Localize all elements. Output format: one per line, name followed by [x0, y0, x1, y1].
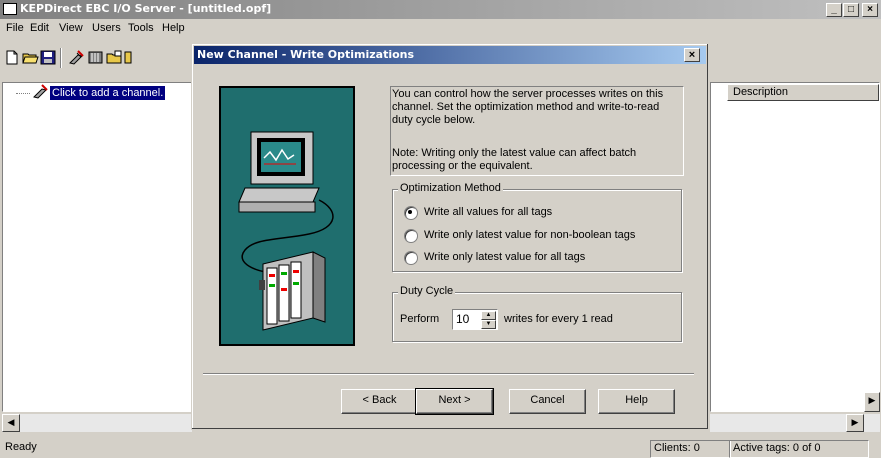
add-channel-item[interactable]: Click to add a channel.: [50, 86, 166, 100]
status-text: Ready: [5, 441, 37, 453]
new-device-icon[interactable]: [87, 50, 104, 65]
minimize-button[interactable]: _: [826, 3, 842, 17]
menu-bar: File Edit View Users Tools Help: [0, 19, 881, 38]
dialog-close-button[interactable]: ×: [684, 48, 700, 62]
duty-suffix-label: writes for every 1 read: [504, 313, 613, 325]
dialog-title: New Channel - Write Optimizations: [197, 48, 415, 61]
radio-write-latest-non-boolean[interactable]: [404, 229, 418, 243]
menu-tools[interactable]: Tools: [128, 22, 154, 34]
new-file-icon[interactable]: [4, 50, 21, 65]
tree-connector: [16, 93, 30, 94]
duty-prefix-label: Perform: [400, 313, 440, 325]
back-button[interactable]: < Back: [341, 389, 418, 414]
new-tag-group-icon[interactable]: [106, 50, 123, 65]
dialog-note: Note: Writing only the latest value can …: [392, 147, 637, 172]
list-horizontal-scrollbar[interactable]: ▶: [710, 414, 880, 432]
next-button[interactable]: Next >: [415, 388, 494, 415]
vertical-scroll-right-icon[interactable]: ▶: [864, 392, 880, 412]
help-button[interactable]: Help: [598, 389, 675, 414]
dialog-separator: [203, 373, 694, 375]
radio-label-write-latest-non-boolean[interactable]: Write only latest value for non-boolean …: [424, 229, 635, 241]
computer-plc-illustration: [219, 86, 355, 346]
spin-up-arrow-icon[interactable]: ▲: [481, 311, 496, 320]
menu-view[interactable]: View: [59, 22, 83, 34]
optimization-method-label: Optimization Method: [398, 182, 503, 194]
scroll-left-arrow-icon[interactable]: ◀: [2, 414, 20, 432]
maximize-button[interactable]: □: [843, 3, 859, 17]
dialog-title-bar[interactable]: New Channel - Write Optimizations: [194, 46, 706, 64]
radio-label-write-all-values[interactable]: Write all values for all tags: [424, 206, 552, 218]
menu-users[interactable]: Users: [92, 22, 121, 34]
radio-write-all-values[interactable]: [404, 206, 418, 220]
open-folder-icon[interactable]: [22, 50, 39, 65]
window-title: KEPDirect EBC I/O Server - [untitled.opf…: [20, 2, 272, 15]
new-tag-icon[interactable]: [124, 50, 132, 65]
main-title-bar[interactable]: KEPDirect EBC I/O Server - [untitled.opf…: [0, 0, 881, 19]
channel-tree[interactable]: [2, 82, 192, 412]
status-bar: Ready Clients: 0 Active tags: 0 of 0: [0, 438, 881, 458]
close-window-button[interactable]: ×: [862, 3, 878, 17]
channel-icon: [33, 84, 48, 99]
cancel-button[interactable]: Cancel: [509, 389, 586, 414]
status-clients: Clients: 0: [650, 440, 731, 458]
menu-edit[interactable]: Edit: [30, 22, 49, 34]
spin-down-arrow-icon[interactable]: ▼: [481, 320, 496, 329]
menu-file[interactable]: File: [6, 22, 24, 34]
app-icon[interactable]: [3, 3, 17, 15]
menu-help[interactable]: Help: [162, 22, 185, 34]
tag-list[interactable]: [710, 82, 880, 412]
scroll-right-arrow-icon[interactable]: ▶: [846, 414, 864, 432]
save-icon[interactable]: [40, 50, 57, 65]
radio-write-latest-all[interactable]: [404, 251, 418, 265]
radio-label-write-latest-all[interactable]: Write only latest value for all tags: [424, 251, 585, 263]
toolbar-separator: [60, 48, 62, 68]
column-header-description[interactable]: Description: [727, 84, 879, 101]
new-channel-icon[interactable]: [68, 50, 85, 65]
status-active-tags: Active tags: 0 of 0: [729, 440, 869, 458]
duty-cycle-label: Duty Cycle: [398, 285, 456, 297]
dialog-description: You can control how the server processes…: [392, 88, 664, 126]
tree-horizontal-scrollbar[interactable]: ◀: [2, 414, 192, 432]
